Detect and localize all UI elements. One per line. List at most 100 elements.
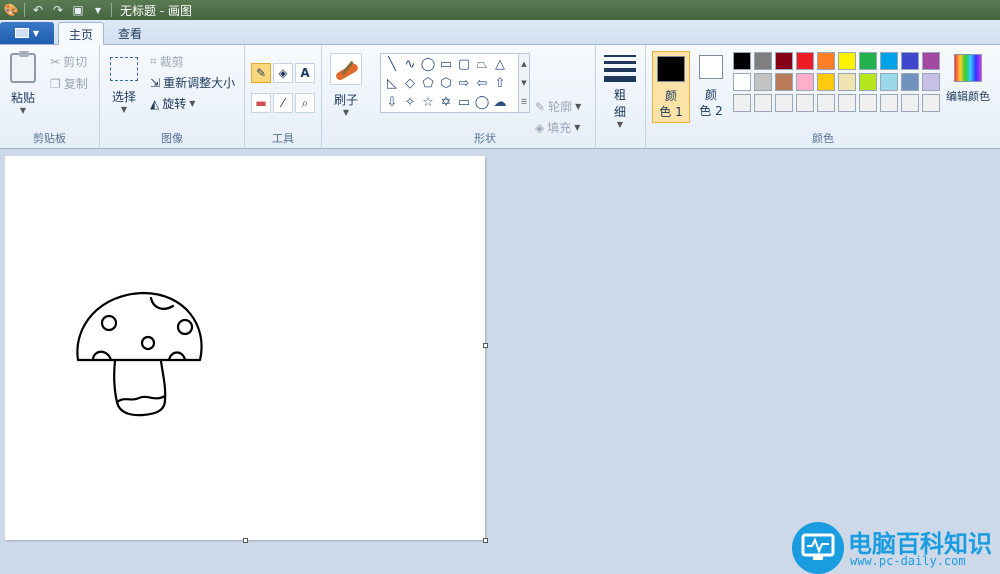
rect-callout-shape-icon[interactable]: ▭ bbox=[455, 93, 473, 111]
shapes-scrollbar[interactable]: ▲ ▼ ☰ bbox=[518, 53, 530, 113]
palette-swatch[interactable] bbox=[754, 73, 772, 91]
scroll-up-icon[interactable]: ▲ bbox=[521, 60, 526, 68]
save-icon[interactable]: ▣ bbox=[71, 3, 85, 17]
magnifier-icon[interactable]: ⌕ bbox=[295, 93, 315, 113]
rounded-rectangle-shape-icon[interactable]: ▢ bbox=[455, 55, 473, 73]
resize-handle-bottom[interactable] bbox=[243, 538, 248, 543]
pencil-tool-icon[interactable]: ✎ bbox=[251, 63, 271, 83]
drawing-canvas[interactable] bbox=[5, 156, 485, 540]
palette-swatch[interactable] bbox=[922, 94, 940, 112]
edit-colors-label: 编辑颜色 bbox=[946, 90, 990, 103]
polygon-shape-icon[interactable]: ⏢ bbox=[473, 55, 491, 73]
palette-swatch[interactable] bbox=[775, 73, 793, 91]
size-button[interactable]: 粗 细 ▼ bbox=[604, 55, 636, 129]
palette-swatch[interactable] bbox=[880, 52, 898, 70]
palette-swatch[interactable] bbox=[733, 94, 751, 112]
palette-swatch[interactable] bbox=[901, 94, 919, 112]
color1-button[interactable]: 颜 色 1 bbox=[652, 51, 690, 123]
cut-button[interactable]: ✂ 剪切 bbox=[50, 53, 87, 70]
watermark-url: www.pc-daily.com bbox=[850, 554, 966, 568]
crop-button[interactable]: ⌗ 裁剪 bbox=[150, 53, 184, 70]
tab-home[interactable]: 主页 bbox=[58, 22, 105, 46]
color2-button[interactable]: 颜 色 2 bbox=[692, 51, 730, 123]
color-picker-icon[interactable]: ⁄ bbox=[273, 93, 293, 113]
palette-swatch[interactable] bbox=[859, 52, 877, 70]
palette-swatch[interactable] bbox=[838, 52, 856, 70]
selection-icon bbox=[110, 57, 138, 81]
up-arrow-shape-icon[interactable]: ⇧ bbox=[491, 74, 509, 92]
palette-swatch[interactable] bbox=[901, 52, 919, 70]
palette-swatch[interactable] bbox=[754, 52, 772, 70]
resize-handle-right[interactable] bbox=[483, 343, 488, 348]
palette-swatch[interactable] bbox=[817, 52, 835, 70]
palette-swatch[interactable] bbox=[733, 52, 751, 70]
cloud-callout-shape-icon[interactable]: ☁ bbox=[491, 93, 509, 111]
rotate-button[interactable]: ◭ 旋转 ▼ bbox=[150, 95, 195, 112]
hexagon-shape-icon[interactable]: ⬡ bbox=[437, 74, 455, 92]
brushes-button[interactable]: 刷子 ▼ bbox=[330, 53, 362, 117]
size-label-bottom: 细 bbox=[613, 105, 626, 119]
palette-swatch[interactable] bbox=[817, 73, 835, 91]
six-point-star-shape-icon[interactable]: ✡ bbox=[437, 93, 455, 111]
curve-shape-icon[interactable]: ∿ bbox=[401, 55, 419, 73]
paste-button[interactable]: 粘贴 ▼ bbox=[10, 51, 36, 115]
palette-swatch[interactable] bbox=[796, 73, 814, 91]
scroll-down-icon[interactable]: ▼ bbox=[521, 79, 526, 87]
rectangle-shape-icon[interactable]: ▭ bbox=[437, 55, 455, 73]
outline-label: 轮廓 bbox=[548, 100, 573, 114]
right-triangle-shape-icon[interactable]: ◺ bbox=[383, 74, 401, 92]
right-arrow-shape-icon[interactable]: ⇨ bbox=[455, 74, 473, 92]
size-label-top: 粗 bbox=[613, 88, 626, 102]
palette-swatch[interactable] bbox=[838, 94, 856, 112]
expand-icon[interactable]: ☰ bbox=[521, 98, 527, 106]
oval-shape-icon[interactable]: ◯ bbox=[419, 55, 437, 73]
watermark: 电脑百科知识 www.pc-daily.com bbox=[792, 520, 1000, 574]
fill-bucket-icon[interactable]: ◈ bbox=[273, 63, 293, 83]
palette-swatch[interactable] bbox=[922, 73, 940, 91]
palette-swatch[interactable] bbox=[838, 73, 856, 91]
undo-icon[interactable]: ↶ bbox=[31, 3, 45, 17]
outline-button[interactable]: ✎ 轮廓 ▼ bbox=[535, 98, 581, 115]
palette-swatch[interactable] bbox=[796, 52, 814, 70]
palette-swatch[interactable] bbox=[859, 73, 877, 91]
pentagon-shape-icon[interactable]: ⬠ bbox=[419, 74, 437, 92]
text-tool-icon[interactable]: A bbox=[295, 63, 315, 83]
resize-button[interactable]: ⇲ 重新调整大小 bbox=[150, 74, 235, 91]
diamond-shape-icon[interactable]: ◇ bbox=[401, 74, 419, 92]
palette-swatch[interactable] bbox=[775, 52, 793, 70]
tab-view[interactable]: 查看 bbox=[108, 22, 152, 45]
palette-swatch[interactable] bbox=[901, 73, 919, 91]
resize-handle-corner[interactable] bbox=[483, 538, 488, 543]
copy-button[interactable]: ❐ 复制 bbox=[50, 75, 88, 92]
paint-menu-button[interactable]: ▼ bbox=[0, 22, 54, 44]
palette-swatch[interactable] bbox=[775, 94, 793, 112]
chevron-down-icon: ▼ bbox=[616, 120, 624, 129]
four-point-star-shape-icon[interactable]: ✧ bbox=[401, 93, 419, 111]
palette-swatch[interactable] bbox=[859, 94, 877, 112]
five-point-star-shape-icon[interactable]: ☆ bbox=[419, 93, 437, 111]
redo-icon[interactable]: ↷ bbox=[51, 3, 65, 17]
customize-dropdown-icon[interactable]: ▼ bbox=[91, 3, 105, 17]
palette-swatch[interactable] bbox=[817, 94, 835, 112]
eraser-icon[interactable]: ▬ bbox=[251, 93, 271, 113]
edit-colors-icon[interactable] bbox=[954, 54, 982, 82]
line-shape-icon[interactable]: ╲ bbox=[383, 55, 401, 73]
select-button[interactable]: 选择 ▼ bbox=[110, 57, 138, 114]
rotate-icon: ◭ bbox=[150, 96, 160, 111]
palette-swatch[interactable] bbox=[733, 73, 751, 91]
left-arrow-shape-icon[interactable]: ⇦ bbox=[473, 74, 491, 92]
palette-swatch[interactable] bbox=[754, 94, 772, 112]
palette-swatch[interactable] bbox=[880, 73, 898, 91]
color2-label-line2: 色 2 bbox=[699, 104, 723, 118]
group-label-clipboard: 剪贴板 bbox=[33, 132, 66, 145]
palette-swatch[interactable] bbox=[880, 94, 898, 112]
oval-callout-shape-icon[interactable]: ◯ bbox=[473, 93, 491, 111]
paint-app-icon[interactable]: 🎨 bbox=[4, 3, 19, 17]
palette-swatch[interactable] bbox=[796, 94, 814, 112]
palette-swatch[interactable] bbox=[922, 52, 940, 70]
quick-access-toolbar: 🎨 ↶ ↷ ▣ ▼ bbox=[0, 0, 112, 20]
edit-colors-button[interactable]: 编辑颜色 bbox=[946, 88, 990, 104]
down-arrow-shape-icon[interactable]: ⇩ bbox=[383, 93, 401, 111]
triangle-shape-icon[interactable]: △ bbox=[491, 55, 509, 73]
brush-icon bbox=[330, 53, 362, 85]
